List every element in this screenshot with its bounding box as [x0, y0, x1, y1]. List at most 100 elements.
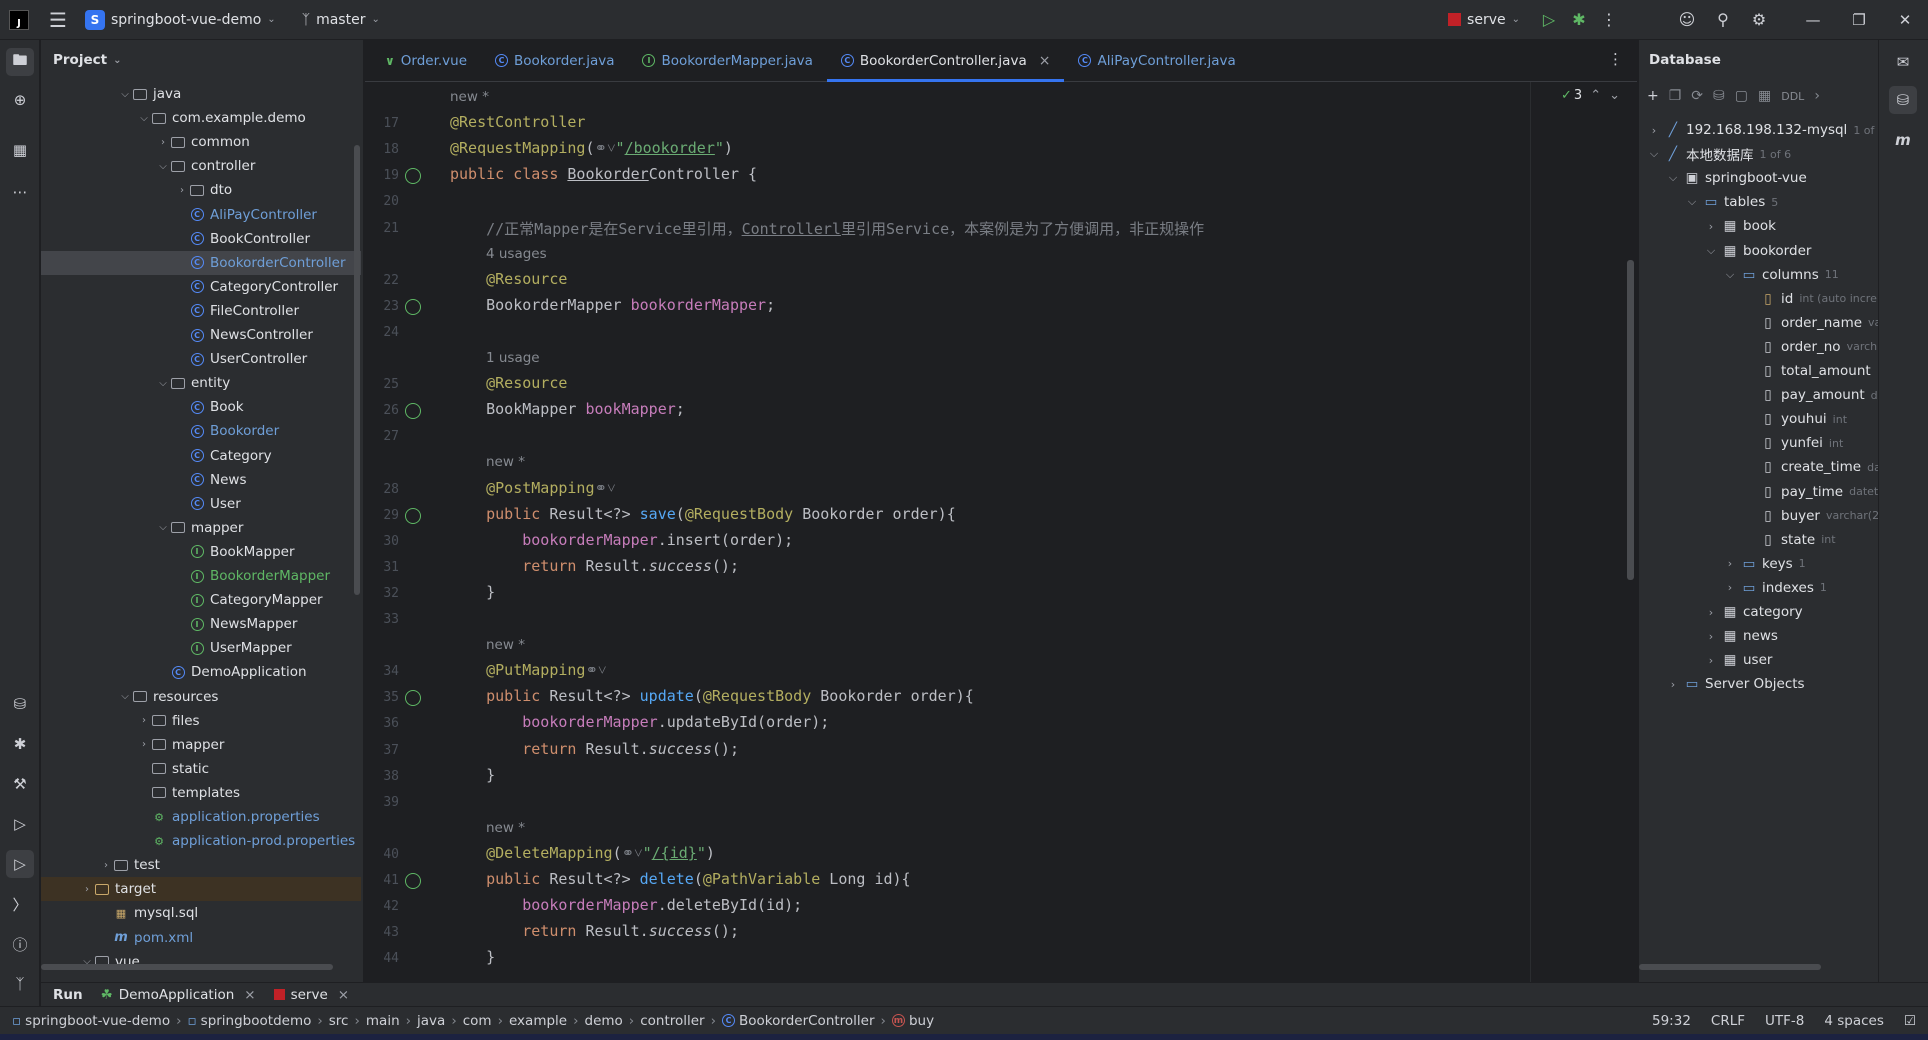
build-icon[interactable]: ⚒: [6, 770, 34, 798]
editor-tab[interactable]: C BookorderController.java ×: [826, 40, 1065, 82]
tree-node-interface[interactable]: I BookMapper: [41, 540, 361, 564]
search-icon[interactable]: ⚲: [1708, 5, 1738, 35]
tree-node-class[interactable]: C BookorderController: [41, 250, 361, 275]
tabs-more-icon[interactable]: ⋮: [1608, 50, 1623, 68]
indent-setting[interactable]: 4 spaces: [1824, 1013, 1884, 1029]
add-icon[interactable]: +: [1647, 88, 1659, 104]
project-switcher[interactable]: S springboot-vue-demo ⌄: [85, 9, 276, 30]
tree-node-class[interactable]: C AliPayController: [41, 203, 361, 227]
settings-gear-icon[interactable]: ⚙: [1744, 5, 1774, 35]
bean-gutter-icon[interactable]: [405, 298, 421, 315]
tree-node-sql[interactable]: ▦ mysql.sql: [41, 901, 361, 925]
project-panel-header[interactable]: Project ⌄: [41, 40, 363, 80]
tree-node-class[interactable]: C UserController: [41, 347, 361, 371]
inlay-hint[interactable]: new *: [486, 637, 525, 653]
chevron-right-icon[interactable]: ›: [1647, 124, 1661, 137]
tree-node-package[interactable]: ⌵ mapper: [41, 516, 361, 540]
editor-tab[interactable]: C Bookorder.java: [481, 40, 628, 82]
db-node-datasource[interactable]: ⌵ ╱ 本地数据库 1 of 6: [1647, 142, 1791, 166]
tree-node-package[interactable]: ⌵ com.example.demo: [41, 106, 361, 130]
run-config-selector[interactable]: serve ⌄: [1448, 12, 1520, 28]
commit-icon[interactable]: ⊕: [6, 86, 34, 114]
close-tab-icon[interactable]: ×: [1039, 53, 1051, 69]
db-node-column[interactable]: ▯ order_name va: [1742, 311, 1878, 335]
stop-icon[interactable]: ▢: [1735, 88, 1748, 104]
main-menu-icon[interactable]: ☰: [43, 5, 73, 35]
editor-scrollbar[interactable]: [1627, 260, 1634, 580]
chevron-right-icon[interactable]: ›: [1814, 88, 1820, 104]
editor-tab[interactable]: I BookorderMapper.java: [628, 40, 826, 82]
debug-tool-icon[interactable]: ✱: [6, 730, 34, 758]
services-icon[interactable]: ▷: [6, 810, 34, 838]
structure-icon[interactable]: ▦: [6, 136, 34, 164]
chevron-right-icon[interactable]: ›: [1704, 630, 1718, 643]
tree-node-app[interactable]: C DemoApplication: [41, 660, 361, 684]
chevron-right-icon[interactable]: ›: [1704, 654, 1718, 667]
tree-node-folder[interactable]: › files: [41, 709, 361, 733]
chevron-right-icon[interactable]: ›: [156, 137, 170, 148]
tree-node-props[interactable]: ⚙ application.properties: [41, 805, 361, 829]
db-node-folder[interactable]: › ▭ indexes 1: [1723, 576, 1827, 600]
db-node-table[interactable]: › ▦ user: [1704, 648, 1773, 672]
debug-icon[interactable]: ✱: [1564, 5, 1594, 35]
tree-node-folder[interactable]: › mapper: [41, 733, 361, 757]
bean-gutter-icon[interactable]: [405, 873, 421, 889]
chevron-right-icon[interactable]: ›: [175, 185, 189, 196]
chevron-down-icon[interactable]: ⌵: [118, 691, 132, 702]
tree-node-folder-target[interactable]: › target: [41, 877, 361, 902]
refresh-icon[interactable]: ⟳: [1691, 88, 1703, 104]
inlay-hint[interactable]: new *: [486, 820, 525, 836]
code-with-me-icon[interactable]: ☺: [1672, 5, 1702, 35]
db-node-column[interactable]: ▯ state int: [1742, 528, 1835, 552]
close-tab-icon[interactable]: ×: [338, 987, 349, 1003]
bean-gutter-icon[interactable]: [405, 403, 421, 420]
editor-tab[interactable]: C AliPayController.java: [1064, 40, 1249, 82]
chevron-down-icon[interactable]: ⌄: [1609, 88, 1620, 103]
tree-node-class[interactable]: C NewsController: [41, 323, 361, 347]
db-node-table[interactable]: › ▦ category: [1704, 600, 1803, 624]
chevron-down-icon[interactable]: ⌵: [118, 89, 132, 100]
db-node-server-folder[interactable]: › ▭ Server Objects: [1666, 672, 1805, 696]
database-icon[interactable]: ⛁: [1889, 86, 1917, 114]
tree-node-package[interactable]: ⌵ controller: [41, 154, 361, 178]
db-node-column[interactable]: ▯ order_no varch: [1742, 335, 1877, 359]
ddl-button[interactable]: DDL: [1781, 90, 1804, 103]
tree-node-package[interactable]: ⌵ entity: [41, 371, 361, 395]
bean-gutter-icon[interactable]: [405, 168, 421, 185]
copy-icon[interactable]: ❐: [1669, 88, 1682, 104]
breadcrumb-item[interactable]: ▫ springboot-vue-demo: [12, 1013, 170, 1029]
db-node-schema[interactable]: ⌵ ▣ springboot-vue: [1666, 166, 1807, 190]
terminal-icon[interactable]: 〉: [6, 890, 34, 918]
maven-icon[interactable]: m: [1889, 126, 1917, 154]
chevron-down-icon[interactable]: ⌵: [156, 378, 170, 389]
db-node-column[interactable]: ▯ yunfei int: [1742, 431, 1843, 455]
inlay-hint[interactable]: new *: [486, 454, 525, 470]
db-node-folder[interactable]: › ▭ keys 1: [1723, 552, 1806, 576]
minimize-icon[interactable]: —: [1790, 0, 1836, 40]
git-icon[interactable]: ᛉ: [6, 970, 34, 998]
breadcrumb-item[interactable]: controller: [640, 1013, 704, 1029]
db-node-folder[interactable]: ⌵ ▭ columns 11: [1723, 263, 1839, 287]
tree-node-class[interactable]: C FileController: [41, 299, 361, 323]
db-node-column[interactable]: ▯ pay_time datet: [1742, 480, 1878, 504]
db-node-table[interactable]: ⌵ ▦ bookorder: [1704, 239, 1812, 263]
run-tab[interactable]: serve ×: [273, 987, 349, 1003]
line-ending[interactable]: CRLF: [1711, 1013, 1745, 1029]
breadcrumb-item[interactable]: C BookorderController: [722, 1013, 875, 1029]
inlay-hint[interactable]: new *: [450, 89, 489, 105]
breadcrumb-item[interactable]: ▫ springbootdemo: [188, 1013, 312, 1029]
chevron-right-icon[interactable]: ›: [1704, 606, 1718, 619]
chevron-down-icon[interactable]: ⌵: [1723, 268, 1737, 282]
tree-node-package[interactable]: › dto: [41, 178, 361, 202]
chevron-right-icon[interactable]: ›: [1723, 557, 1737, 570]
db-node-column[interactable]: ▯ buyer varchar(2: [1742, 504, 1878, 528]
db-node-column[interactable]: ▯ youhui int: [1742, 407, 1847, 431]
tree-node-interface[interactable]: I UserMapper: [41, 636, 361, 660]
tree-node-folder[interactable]: templates: [41, 781, 361, 805]
inlay-hint[interactable]: 4 usages: [486, 246, 547, 262]
code-area[interactable]: new * 17 @RestController 18 @RequestMapping(…: [365, 82, 1637, 982]
cursor-position[interactable]: 59:32: [1652, 1013, 1691, 1029]
chevron-up-icon[interactable]: ⌃: [1590, 88, 1601, 103]
file-encoding[interactable]: UTF-8: [1765, 1013, 1804, 1029]
notifications-icon[interactable]: ✉: [1889, 48, 1917, 76]
